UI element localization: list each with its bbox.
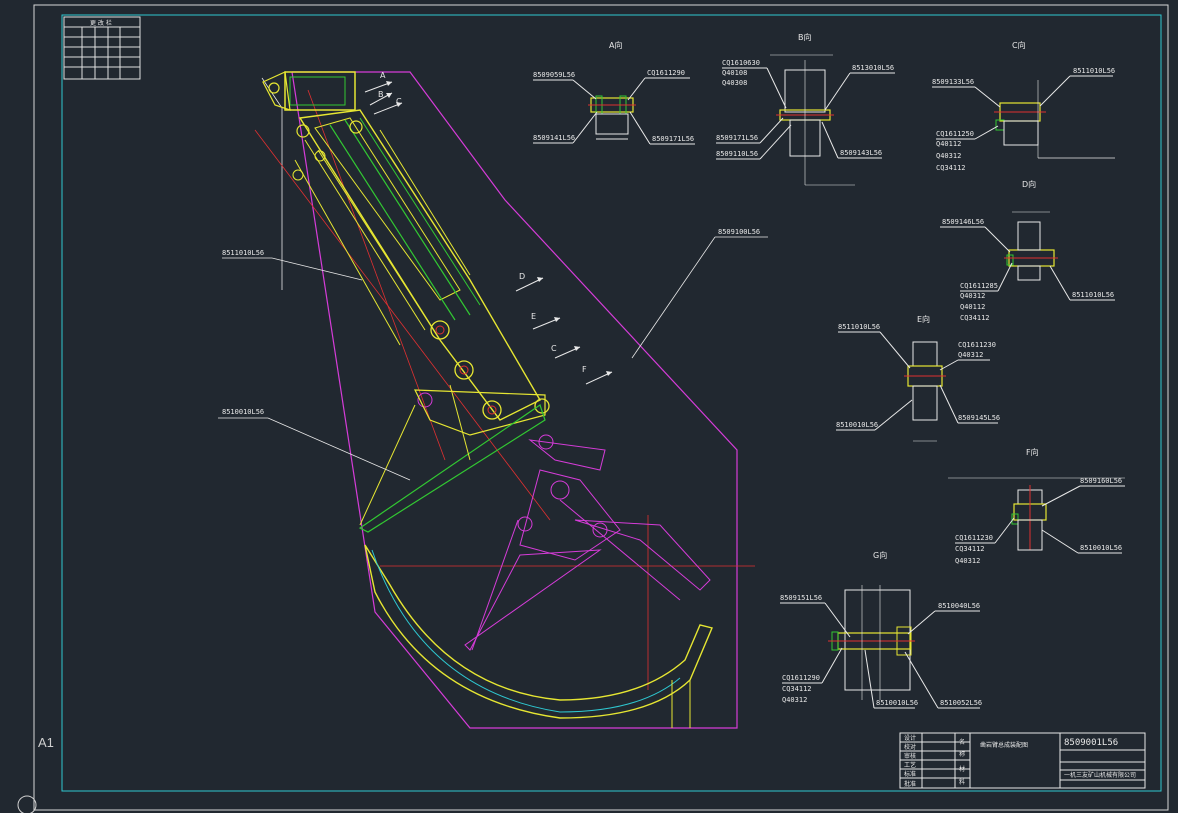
part-label: 8509133L56: [932, 78, 974, 86]
part-label: Q40312: [960, 292, 985, 300]
section-e-view[interactable]: E向 8511010L56 CQ1611230 Q40312 8509145L5…: [836, 314, 1000, 442]
part-label: 8509059L56: [533, 71, 575, 79]
part-label: 8509151L56: [780, 594, 822, 602]
leader-label: 8509100L56: [718, 228, 760, 236]
company-name: 一机三友矿山机械有限公司: [1064, 771, 1136, 779]
part-label: 8511010L56: [1073, 67, 1115, 75]
view-arrow-label: A: [380, 71, 386, 80]
part-label: Q40112: [936, 140, 961, 148]
part-label: Q40308: [722, 79, 747, 87]
section-c-view[interactable]: C向 8509133L56 8511010L56 CQ1611250 Q4011…: [932, 40, 1115, 172]
section-title: A向: [609, 40, 622, 50]
main-assembly-view[interactable]: [254, 71, 755, 729]
title-block-vlabel: 材: [959, 765, 965, 773]
drawing-canvas[interactable]: A1 更 改 栏 A B C D E C F 8511010L56 851001…: [0, 0, 1178, 813]
revision-table-title: 更 改 栏: [90, 19, 112, 27]
part-label: CQ1611285: [960, 282, 998, 290]
part-label: 8509145L56: [958, 414, 1000, 422]
part-label: 8510052L56: [940, 699, 982, 707]
drawing-number: 8509001L56: [1064, 738, 1118, 748]
view-arrow-label: E: [531, 312, 536, 321]
part-label: CQ1611290: [647, 69, 685, 77]
section-d-view[interactable]: D向 8509146L56 CQ1611285 Q40312 Q40112 CQ…: [940, 179, 1115, 322]
part-label: 8510010L56: [876, 699, 918, 707]
section-title: G向: [873, 550, 887, 560]
title-block-row: 校对: [904, 743, 916, 751]
part-label: Q40108: [722, 69, 747, 77]
part-label: Q40312: [936, 152, 961, 160]
view-arrow-label: D: [519, 272, 525, 281]
part-label: 8509146L56: [942, 218, 984, 226]
section-b-view[interactable]: B向 CQ1610630 Q40108 Q40308 8509171L56 85…: [716, 32, 895, 186]
part-label: 8509171L56: [652, 135, 694, 143]
part-label: 8509143L56: [840, 149, 882, 157]
part-label: 8511010L56: [1072, 291, 1114, 299]
outer-frame: [33, 4, 1169, 811]
part-label: CQ1610630: [722, 59, 760, 67]
part-label: 8509110L56: [716, 150, 758, 158]
leader-label: 8511010L56: [222, 249, 264, 257]
drawing-name: 凿岩臂总成装配图: [980, 741, 1028, 749]
part-label: 8509160L56: [1080, 477, 1122, 485]
section-title: F向: [1026, 447, 1039, 457]
part-label: 8513010L56: [852, 64, 894, 72]
title-block-row: 批准: [904, 780, 916, 788]
title-block-row: 审核: [904, 752, 916, 760]
part-label: CQ34112: [936, 164, 966, 172]
view-arrow-label: B: [378, 90, 384, 99]
main-leaders: 8511010L56 8510010L56 8509100L56: [218, 228, 768, 481]
part-label: CQ1611290: [782, 674, 820, 682]
part-label: Q40312: [955, 557, 980, 565]
section-g-view[interactable]: G向 8509151L56 8510040L56 CQ1611290 CQ341…: [780, 550, 982, 709]
part-label: 8510010L56: [836, 421, 878, 429]
section-a-view[interactable]: A向 8509059L56 8509141L56 CQ1611290 85091…: [533, 40, 695, 145]
sheet-size-label: A1: [38, 735, 54, 750]
title-block: 设计 校对 审核 工艺 标准 批准 名 称 材 料 凿岩臂总成装配图 85090…: [899, 732, 1146, 789]
part-label: CQ1611230: [955, 534, 993, 542]
part-label: CQ34112: [960, 314, 990, 322]
section-f-view[interactable]: F向 8509160L56 CQ1611230 CQ34112 Q40312 8…: [948, 447, 1125, 565]
section-title: B向: [798, 32, 812, 42]
part-label: CQ1611230: [958, 341, 996, 349]
part-label: Q40112: [960, 303, 985, 311]
part-label: 8511010L56: [838, 323, 880, 331]
section-title: D向: [1022, 179, 1036, 189]
part-label: Q40312: [958, 351, 983, 359]
title-block-vlabel: 名: [959, 738, 965, 746]
part-label: CQ1611250: [936, 130, 974, 138]
title-block-row: 标准: [904, 770, 916, 778]
inner-frame: [61, 14, 1162, 792]
section-title: C向: [1012, 40, 1026, 50]
view-arrow-label: F: [582, 365, 587, 374]
title-block-row: 工艺: [904, 761, 916, 769]
ucs-icon: [17, 795, 37, 813]
part-label: 8510040L56: [938, 602, 980, 610]
part-label: CQ34112: [955, 545, 985, 553]
part-label: 8509171L56: [716, 134, 758, 142]
leader-label: 8510010L56: [222, 408, 264, 416]
view-arrow-label: C: [551, 344, 557, 353]
view-arrow-label: C: [396, 97, 402, 106]
revision-table: 更 改 栏: [63, 16, 141, 80]
part-label: CQ34112: [782, 685, 812, 693]
part-label: 8510010L56: [1080, 544, 1122, 552]
title-block-vlabel: 称: [959, 750, 965, 758]
view-arrows: A B C D E C F: [364, 71, 613, 385]
section-title: E向: [917, 314, 930, 324]
part-label: 8509141L56: [533, 134, 575, 142]
title-block-vlabel: 料: [959, 778, 965, 786]
title-block-row: 设计: [904, 734, 916, 742]
part-label: Q40312: [782, 696, 807, 704]
